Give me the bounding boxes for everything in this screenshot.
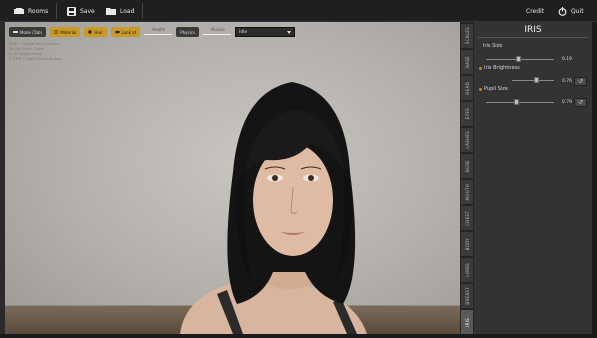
credit-button[interactable]: Credit [526, 4, 544, 18]
panel-title: IRIS [524, 25, 542, 35]
quit-button[interactable]: Quit [558, 4, 584, 18]
look-at-label: Look at [121, 29, 137, 35]
tab-lashes[interactable]: LASHES [461, 128, 473, 152]
physics-button[interactable]: Physics [176, 27, 199, 37]
load-label: Load [120, 7, 135, 15]
pose-select[interactable]: Idle [235, 27, 295, 37]
pupil-size-slider[interactable] [486, 102, 554, 103]
tab-label: IRIS [464, 317, 470, 327]
hint-line: T: RMB + Right Mouse Button [9, 57, 62, 61]
muscle-slider-track [203, 34, 231, 35]
controls-hint-text: RMB + Mouse Move: Rotate Mouse Scroll: Z… [9, 42, 62, 62]
physics-label: Physics [180, 29, 195, 35]
bullet-icon [479, 66, 482, 70]
hair-label: Hair [94, 29, 103, 35]
tab-label: MOUTH [464, 183, 470, 201]
tab-eyes[interactable]: EYES [461, 102, 473, 126]
tab-limbs[interactable]: LIMBS [461, 258, 473, 282]
reset-icon: ↺ [577, 99, 584, 106]
mode-label: Mode (Tab) [20, 29, 43, 35]
viewport-toolbar: Mode (Tab) Material Hair Look at Health … [9, 27, 295, 37]
iris-size-value: 0.19 [562, 57, 573, 62]
character-model [180, 82, 367, 334]
tab-label: CHEST [464, 210, 470, 226]
tab-head[interactable]: HEAD [461, 76, 473, 100]
top-bar: Rooms Save Load Credit Quit [0, 0, 597, 22]
tab-iris[interactable]: IRIS [461, 310, 473, 334]
reset-icon: ↺ [577, 78, 584, 85]
sofa-icon [14, 7, 24, 14]
muscle-label: Muscle [211, 27, 225, 32]
floppy-disk-icon [67, 6, 76, 16]
toolbar-divider [142, 3, 143, 19]
pupil-size-label-text: Pupil Size [484, 86, 508, 92]
eye-icon [114, 30, 120, 34]
character-viewport[interactable]: Mode (Tab) Material Hair Look at Health … [5, 22, 460, 334]
hair-icon [88, 30, 92, 34]
material-label: Material [60, 29, 77, 35]
rooms-label: Rooms [28, 7, 49, 15]
panel-divider [478, 37, 588, 38]
iris-brightness-label-text: Iris Brightness [484, 65, 520, 71]
look-at-button[interactable]: Look at [110, 27, 141, 37]
pupil-size-reset-button[interactable]: ↺ [574, 98, 587, 107]
tab-breast[interactable]: BREAST [461, 284, 473, 308]
pupil-size-value: 0.79 [562, 100, 573, 105]
tab-body[interactable]: BODY [461, 232, 473, 256]
iris-brightness-value: 0.76 [562, 79, 573, 84]
circle-icon [54, 30, 58, 34]
iris-settings-panel: IRIS Iris Size 0.19 Iris Brightness 0.76… [474, 22, 592, 334]
tab-label: EYES [464, 108, 470, 120]
tab-nose[interactable]: NOSE [461, 154, 473, 178]
pose-select-value: Idle [239, 29, 248, 35]
iris-size-slider-handle[interactable] [516, 56, 521, 62]
material-button[interactable]: Material [50, 27, 81, 37]
muscle-slider[interactable]: Muscle [203, 27, 231, 37]
load-button[interactable]: Load [106, 4, 134, 18]
iris-brightness-slider-handle[interactable] [534, 77, 539, 83]
tab-label: HEAD [464, 81, 470, 95]
pupil-size-slider-handle[interactable] [514, 99, 519, 105]
iris-brightness-slider[interactable] [512, 80, 554, 81]
tab-label: LASHES [464, 131, 470, 149]
toolbar-divider [56, 3, 57, 19]
category-tabs: SCALES BASE HEAD EYES LASHES NOSE MOUTH … [460, 22, 474, 334]
window-border [592, 22, 597, 338]
iris-brightness-reset-button[interactable]: ↺ [574, 77, 587, 86]
mode-button[interactable]: Mode (Tab) [9, 27, 47, 37]
health-slider-track [144, 34, 173, 35]
tab-base[interactable]: BASE [461, 50, 473, 74]
tab-label: BREAST [464, 287, 470, 305]
tab-label: NOSE [464, 159, 470, 173]
iris-brightness-label: Iris Brightness [479, 65, 520, 71]
chevron-down-icon [287, 30, 291, 34]
quit-label: Quit [571, 7, 584, 15]
tab-label: BODY [464, 237, 470, 251]
app-window: Rooms Save Load Credit Quit Mode (Tab) M… [0, 0, 597, 338]
credit-label: Credit [526, 7, 545, 15]
tab-mouth[interactable]: MOUTH [461, 180, 473, 204]
tab-scales[interactable]: SCALES [461, 24, 473, 48]
bullet-icon [479, 87, 482, 91]
iris-size-label-text: Iris Size [483, 43, 503, 49]
save-label: Save [80, 7, 95, 15]
rooms-button[interactable]: Rooms [14, 4, 48, 18]
power-icon [558, 6, 567, 16]
car-icon [13, 31, 18, 33]
pupil-size-label: Pupil Size [479, 86, 508, 92]
tab-label: SCALES [464, 27, 470, 45]
health-label: Health [152, 27, 166, 32]
folder-icon [106, 8, 116, 15]
tab-label: LIMBS [464, 263, 470, 277]
hair-button[interactable]: Hair [84, 27, 107, 37]
tab-chest[interactable]: CHEST [461, 206, 473, 230]
tab-label: BASE [464, 56, 470, 68]
health-slider[interactable]: Health [144, 27, 173, 37]
save-button[interactable]: Save [67, 4, 95, 18]
window-border [0, 334, 597, 338]
iris-size-label: Iris Size [483, 43, 502, 49]
